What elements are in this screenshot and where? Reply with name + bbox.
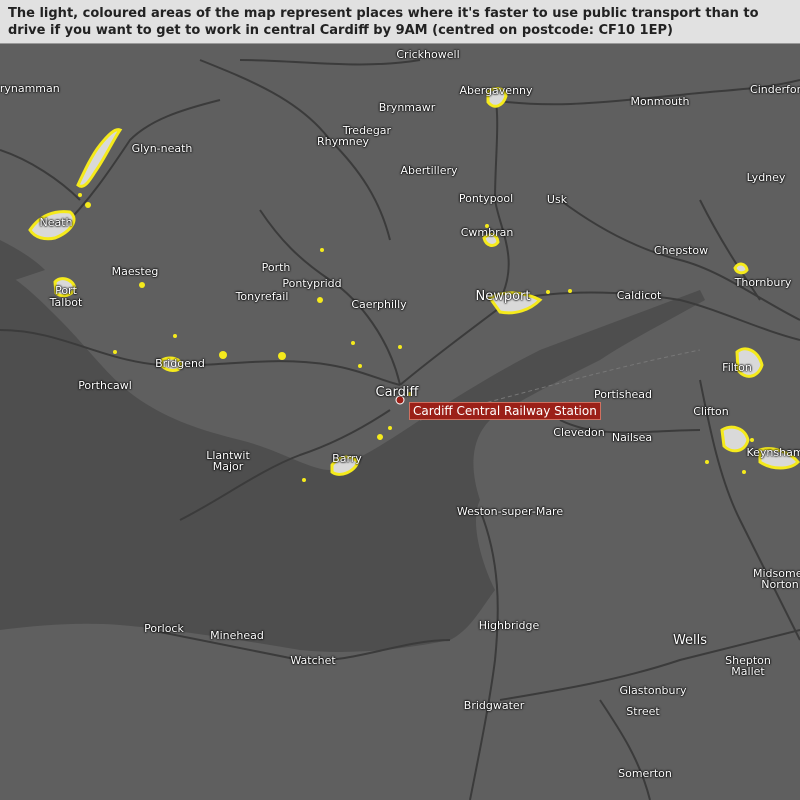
town-label-crickhowell: Crickhowell	[396, 48, 460, 61]
town-label-thornbury: Thornbury	[734, 276, 792, 289]
town-label-abergavenny: Abergavenny	[459, 84, 533, 97]
town-label-caerphilly: Caerphilly	[351, 298, 407, 311]
town-label-porth: Porth	[261, 261, 291, 274]
town-label-cwmbran: Cwmbran	[460, 226, 514, 239]
town-label-glynneath: Glyn-neath	[131, 142, 193, 155]
town-label-cinderford: Cinderford	[750, 83, 800, 96]
town-label-clifton: Clifton	[693, 405, 729, 418]
town-label-neath: Neath	[39, 216, 73, 229]
town-label-maesteg: Maesteg	[111, 265, 159, 278]
town-label-lydney: Lydney	[746, 171, 786, 184]
town-label-barry: Barry	[332, 452, 362, 465]
town-label-bridgend: Bridgend	[155, 357, 205, 370]
town-label-caldicot: Caldicot	[616, 289, 662, 302]
town-label-filton: Filton	[722, 361, 752, 374]
town-label-porlock: Porlock	[144, 622, 184, 635]
town-label-portishead: Portishead	[593, 388, 653, 401]
town-label-weston-super-mare: Weston-super-Mare	[456, 505, 564, 518]
town-label-rhymney: Rhymney	[316, 135, 370, 148]
town-label-porthcawl: Porthcawl	[78, 379, 132, 392]
town-label-tonyrefail: Tonyrefail	[235, 290, 289, 303]
town-label-port-talbot: Port Talbot	[49, 284, 83, 309]
town-label-wells: Wells	[672, 633, 708, 648]
town-label-minehead: Minehead	[210, 629, 264, 642]
map-canvas[interactable]	[0, 0, 800, 800]
map-caption: The light, coloured areas of the map rep…	[0, 0, 800, 44]
town-label-usk: Usk	[546, 193, 568, 206]
town-label-glastonbury: Glastonbury	[619, 684, 687, 697]
town-label-cardiff: Cardiff	[375, 385, 419, 400]
town-label-llantwit-major: Llantwit Major	[206, 449, 250, 473]
town-label-keynsham: Keynsham	[746, 446, 800, 459]
town-label-highbridge: Highbridge	[478, 619, 540, 632]
town-label-newport: Newport	[475, 289, 531, 304]
town-label-pontypool: Pontypool	[458, 192, 514, 205]
town-label-watchet: Watchet	[290, 654, 336, 667]
station-label[interactable]: Cardiff Central Railway Station	[409, 402, 601, 420]
town-label-somerton: Somerton	[618, 767, 672, 780]
town-label-abertillery: Abertillery	[400, 164, 458, 177]
town-label-monmouth: Monmouth	[630, 95, 690, 108]
town-label-bridgwater: Bridgwater	[463, 699, 525, 712]
town-label-brynmawr: Brynmawr	[378, 101, 436, 114]
town-label-street: Street	[626, 705, 660, 718]
town-label-brynamman: Brynamman	[0, 82, 60, 95]
town-label-clevedon: Clevedon	[553, 426, 605, 439]
town-label-chepstow: Chepstow	[653, 244, 709, 257]
town-label-midsomer-norton: Midsomer Norton	[753, 567, 800, 591]
town-label-pontypridd: Pontypridd	[282, 277, 342, 290]
town-label-nailsea: Nailsea	[611, 431, 653, 444]
town-label-shepton-mallet: Shepton Mallet	[725, 654, 771, 678]
